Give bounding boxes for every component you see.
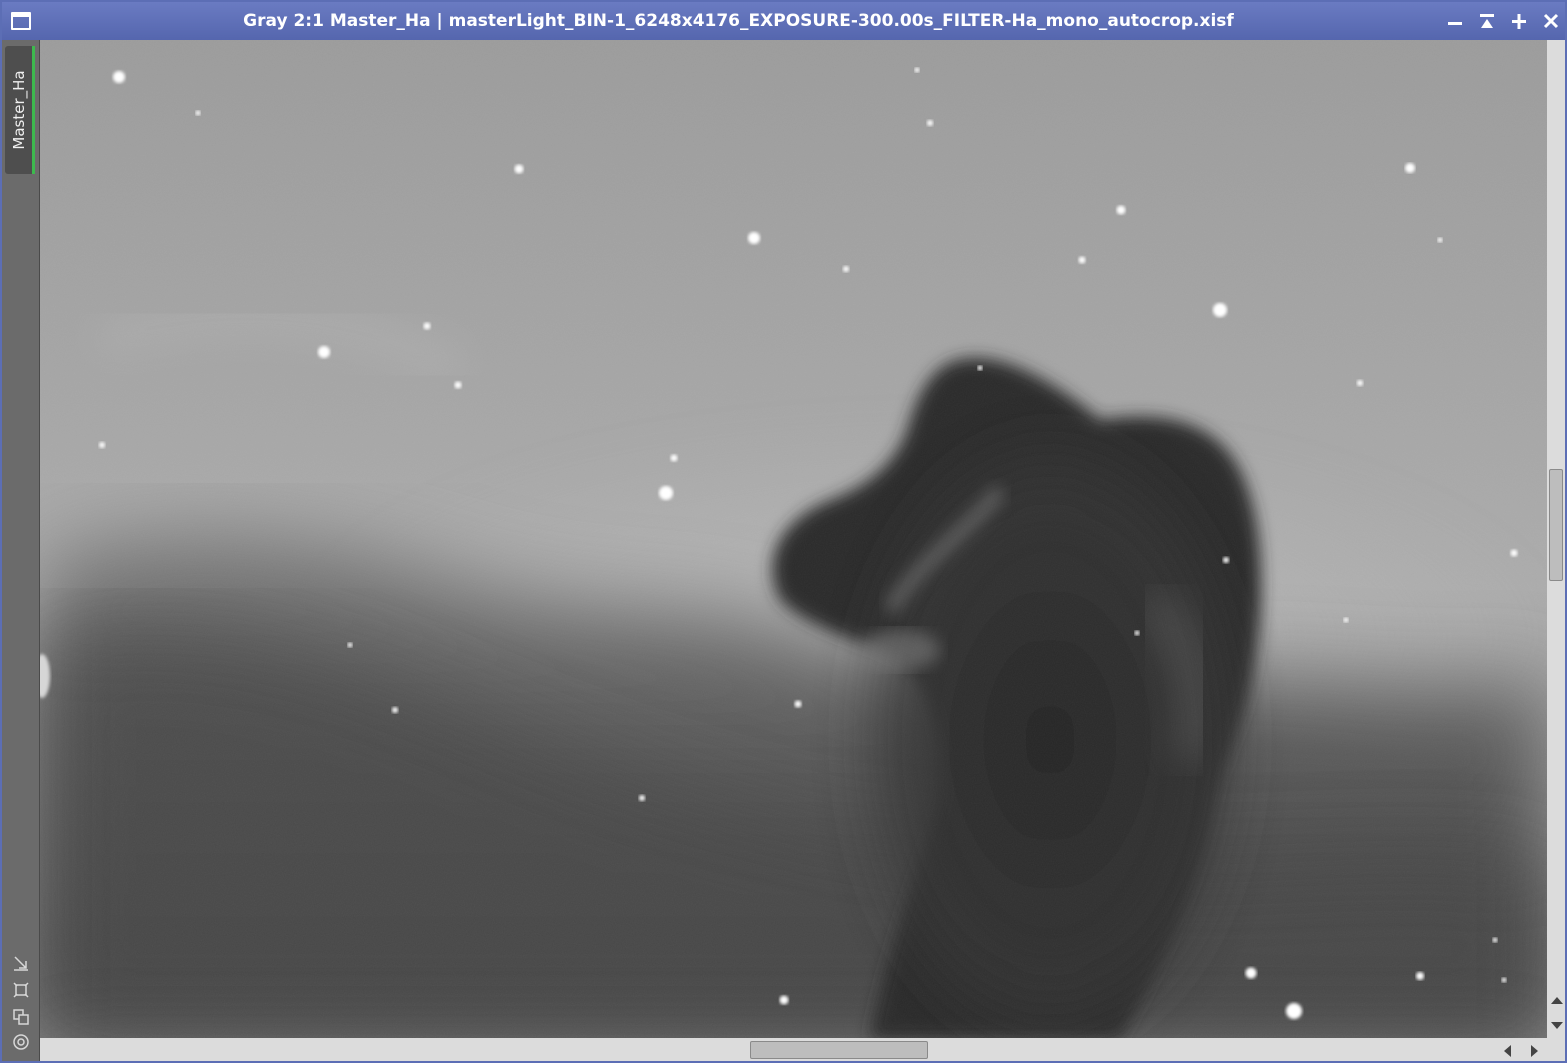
minimize-button[interactable] xyxy=(1445,10,1465,32)
view-tab-master-ha[interactable]: Master_Ha xyxy=(5,46,35,174)
scroll-left-button[interactable] xyxy=(1501,1043,1515,1057)
window-menu-icon[interactable] xyxy=(11,12,31,30)
scroll-down-icon xyxy=(1551,1022,1563,1029)
vertical-scrollbar[interactable] xyxy=(1547,40,1565,1038)
clone-view-button[interactable] xyxy=(11,1007,31,1025)
fit-view-button[interactable] xyxy=(11,955,31,973)
horizontal-scrollbar[interactable] xyxy=(40,1038,1547,1061)
scroll-up-button[interactable] xyxy=(1550,992,1564,1006)
vertical-scroll-thumb[interactable] xyxy=(1549,469,1563,581)
target-icon xyxy=(13,1034,29,1050)
view-tab-label: Master_Ha xyxy=(9,70,28,150)
scroll-right-icon xyxy=(1531,1045,1538,1057)
view-sidebar: Master_Ha xyxy=(2,40,40,1061)
horizontal-scroll-thumb[interactable] xyxy=(750,1041,928,1059)
close-button[interactable] xyxy=(1541,10,1561,32)
maximize-button[interactable] xyxy=(1509,10,1529,32)
title-bar[interactable]: Gray 2:1 Master_Ha | masterLight_BIN-1_6… xyxy=(2,2,1565,40)
clone-view-icon xyxy=(13,1009,29,1025)
scroll-down-button[interactable] xyxy=(1550,1018,1564,1032)
image-viewport[interactable] xyxy=(40,40,1547,1038)
horsehead-nebula-image xyxy=(40,40,1547,1038)
maximize-icon xyxy=(1512,14,1526,29)
target-button[interactable] xyxy=(11,1033,31,1051)
shade-button[interactable] xyxy=(1477,10,1497,32)
fit-view-icon xyxy=(14,956,28,971)
zoom-to-fit-icon xyxy=(13,982,29,998)
zoom-to-fit-button[interactable] xyxy=(11,981,31,999)
scrollbar-corner xyxy=(1547,1038,1565,1061)
close-icon xyxy=(1543,13,1559,29)
window-title: Gray 2:1 Master_Ha | masterLight_BIN-1_6… xyxy=(243,11,1234,31)
image-window: Gray 2:1 Master_Ha | masterLight_BIN-1_6… xyxy=(0,0,1567,1063)
scroll-up-icon xyxy=(1551,997,1563,1004)
shade-icon xyxy=(1480,14,1494,28)
minimize-icon xyxy=(1448,22,1462,25)
scroll-left-icon xyxy=(1504,1045,1511,1057)
scroll-right-button[interactable] xyxy=(1527,1043,1541,1057)
